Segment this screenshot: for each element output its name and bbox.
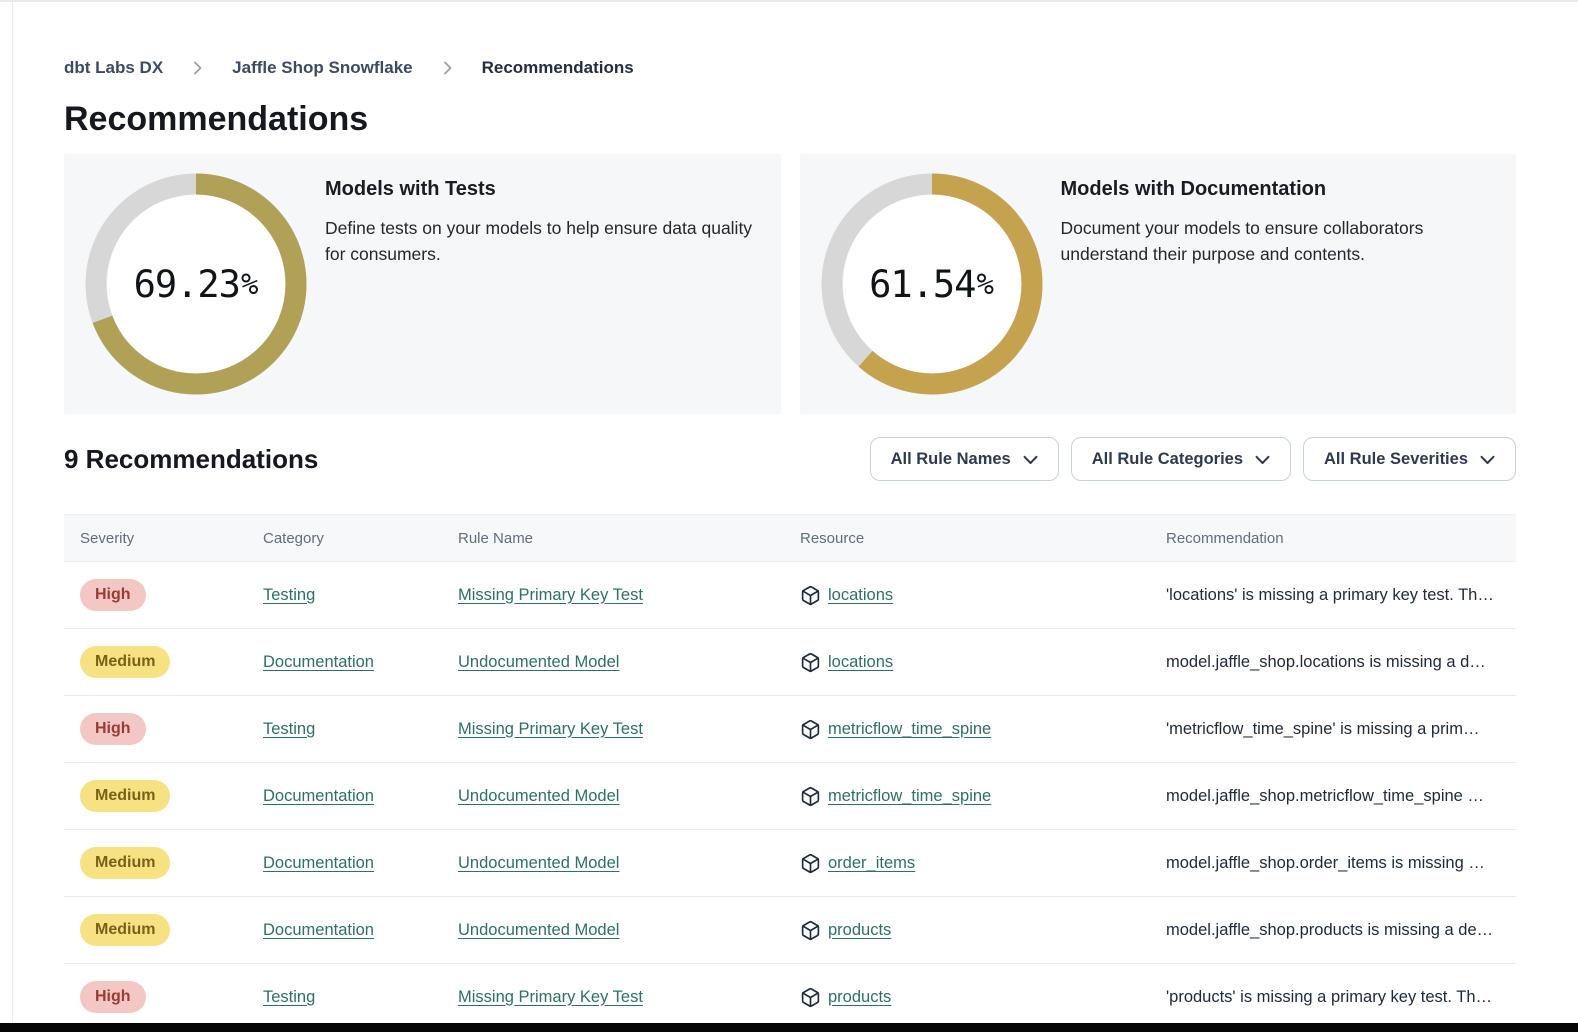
rule-name-link[interactable]: Undocumented Model xyxy=(458,921,619,939)
model-cube-icon xyxy=(800,920,821,941)
table-body: High Testing Missing Primary Key Test lo… xyxy=(64,562,1516,1031)
model-cube-icon xyxy=(800,987,821,1008)
resource-link[interactable]: metricflow_time_spine xyxy=(828,720,991,739)
column-header-rule-name: Rule Name xyxy=(442,530,784,547)
model-cube-icon xyxy=(800,719,821,740)
resource-link[interactable]: products xyxy=(828,921,891,940)
category-link[interactable]: Testing xyxy=(263,586,315,604)
recommendation-text: model.jaffle_shop.products is missing a … xyxy=(1166,921,1500,940)
filter-bar: All Rule Names All Rule Categories All R… xyxy=(870,437,1516,481)
rule-names-filter-dropdown[interactable]: All Rule Names xyxy=(870,437,1059,481)
category-link[interactable]: Testing xyxy=(263,988,315,1006)
chevron-right-icon xyxy=(192,60,203,76)
documentation-percent-label: 61.54% xyxy=(821,173,1043,395)
chevron-right-icon xyxy=(442,60,453,76)
category-link[interactable]: Documentation xyxy=(263,921,374,939)
model-cube-icon xyxy=(800,585,821,606)
category-link[interactable]: Documentation xyxy=(263,653,374,671)
card-description: Document your models to ensure collabora… xyxy=(1061,215,1493,267)
resource-link[interactable]: locations xyxy=(828,653,893,672)
documentation-donut-chart: 61.54% xyxy=(821,173,1043,395)
breadcrumb-item-project[interactable]: Jaffle Shop Snowflake xyxy=(232,58,412,78)
recommendations-table: Severity Category Rule Name Resource Rec… xyxy=(64,514,1516,1031)
table-row: Medium Documentation Undocumented Model … xyxy=(64,763,1516,830)
breadcrumb-item-current: Recommendations xyxy=(482,58,634,78)
chevron-down-icon xyxy=(1255,455,1270,465)
rule-name-link[interactable]: Missing Primary Key Test xyxy=(458,720,643,738)
breadcrumb: dbt Labs DX Jaffle Shop Snowflake Recomm… xyxy=(64,58,1516,78)
chevron-down-icon xyxy=(1480,455,1495,465)
table-row: Medium Documentation Undocumented Model … xyxy=(64,629,1516,696)
filter-label: All Rule Categories xyxy=(1092,450,1243,469)
category-link[interactable]: Documentation xyxy=(263,854,374,872)
severity-badge: Medium xyxy=(80,914,170,946)
tests-donut-chart: 69.23% xyxy=(85,173,307,395)
recommendation-text: 'metricflow_time_spine' is missing a pri… xyxy=(1166,720,1500,739)
category-link[interactable]: Testing xyxy=(263,720,315,738)
rule-severities-filter-dropdown[interactable]: All Rule Severities xyxy=(1303,437,1516,481)
severity-badge: Medium xyxy=(80,847,170,879)
rule-name-link[interactable]: Missing Primary Key Test xyxy=(458,988,643,1006)
recommendation-text: 'products' is missing a primary key test… xyxy=(1166,988,1500,1007)
chevron-down-icon xyxy=(1023,455,1038,465)
metric-cards: 69.23% Models with Tests Define tests on… xyxy=(64,154,1516,414)
tests-percent-label: 69.23% xyxy=(85,173,307,395)
resource-link[interactable]: products xyxy=(828,988,891,1007)
models-with-documentation-card: 61.54% Models with Documentation Documen… xyxy=(800,154,1517,414)
column-header-resource: Resource xyxy=(784,530,1150,547)
column-header-severity: Severity xyxy=(64,530,247,547)
rule-categories-filter-dropdown[interactable]: All Rule Categories xyxy=(1071,437,1291,481)
recommendation-text: model.jaffle_shop.locations is missing a… xyxy=(1166,653,1500,672)
filter-label: All Rule Severities xyxy=(1324,450,1468,469)
model-cube-icon xyxy=(800,853,821,874)
rule-name-link[interactable]: Undocumented Model xyxy=(458,653,619,671)
card-title: Models with Documentation xyxy=(1061,178,1493,201)
severity-badge: Medium xyxy=(80,780,170,812)
recommendations-count: 9 Recommendations xyxy=(64,444,318,475)
card-title: Models with Tests xyxy=(325,178,757,201)
left-divider xyxy=(12,0,13,1032)
column-header-recommendation: Recommendation xyxy=(1150,530,1516,547)
recommendations-page: dbt Labs DX Jaffle Shop Snowflake Recomm… xyxy=(0,0,1578,1032)
model-cube-icon xyxy=(800,786,821,807)
resource-link[interactable]: order_items xyxy=(828,854,915,873)
column-header-category: Category xyxy=(247,530,442,547)
table-row: Medium Documentation Undocumented Model … xyxy=(64,897,1516,964)
filter-label: All Rule Names xyxy=(891,450,1011,469)
table-header-row: Severity Category Rule Name Resource Rec… xyxy=(64,514,1516,562)
table-row: High Testing Missing Primary Key Test lo… xyxy=(64,562,1516,629)
recommendation-text: model.jaffle_shop.metricflow_time_spine … xyxy=(1166,787,1500,806)
severity-badge: High xyxy=(80,579,146,611)
table-row: Medium Documentation Undocumented Model … xyxy=(64,830,1516,897)
rule-name-link[interactable]: Missing Primary Key Test xyxy=(458,586,643,604)
category-link[interactable]: Documentation xyxy=(263,787,374,805)
bottom-window-edge xyxy=(0,1023,1578,1032)
card-description: Define tests on your models to help ensu… xyxy=(325,215,757,267)
recommendation-text: model.jaffle_shop.order_items is missing… xyxy=(1166,854,1500,873)
severity-badge: High xyxy=(80,713,146,745)
models-with-tests-card: 69.23% Models with Tests Define tests on… xyxy=(64,154,781,414)
page-title: Recommendations xyxy=(64,100,1516,139)
resource-link[interactable]: locations xyxy=(828,586,893,605)
resource-link[interactable]: metricflow_time_spine xyxy=(828,787,991,806)
breadcrumb-item-account[interactable]: dbt Labs DX xyxy=(64,58,163,78)
table-row: High Testing Missing Primary Key Test me… xyxy=(64,696,1516,763)
rule-name-link[interactable]: Undocumented Model xyxy=(458,787,619,805)
severity-badge: Medium xyxy=(80,646,170,678)
severity-badge: High xyxy=(80,981,146,1013)
recommendation-text: 'locations' is missing a primary key tes… xyxy=(1166,586,1500,605)
table-row: High Testing Missing Primary Key Test pr… xyxy=(64,964,1516,1031)
model-cube-icon xyxy=(800,652,821,673)
rule-name-link[interactable]: Undocumented Model xyxy=(458,854,619,872)
